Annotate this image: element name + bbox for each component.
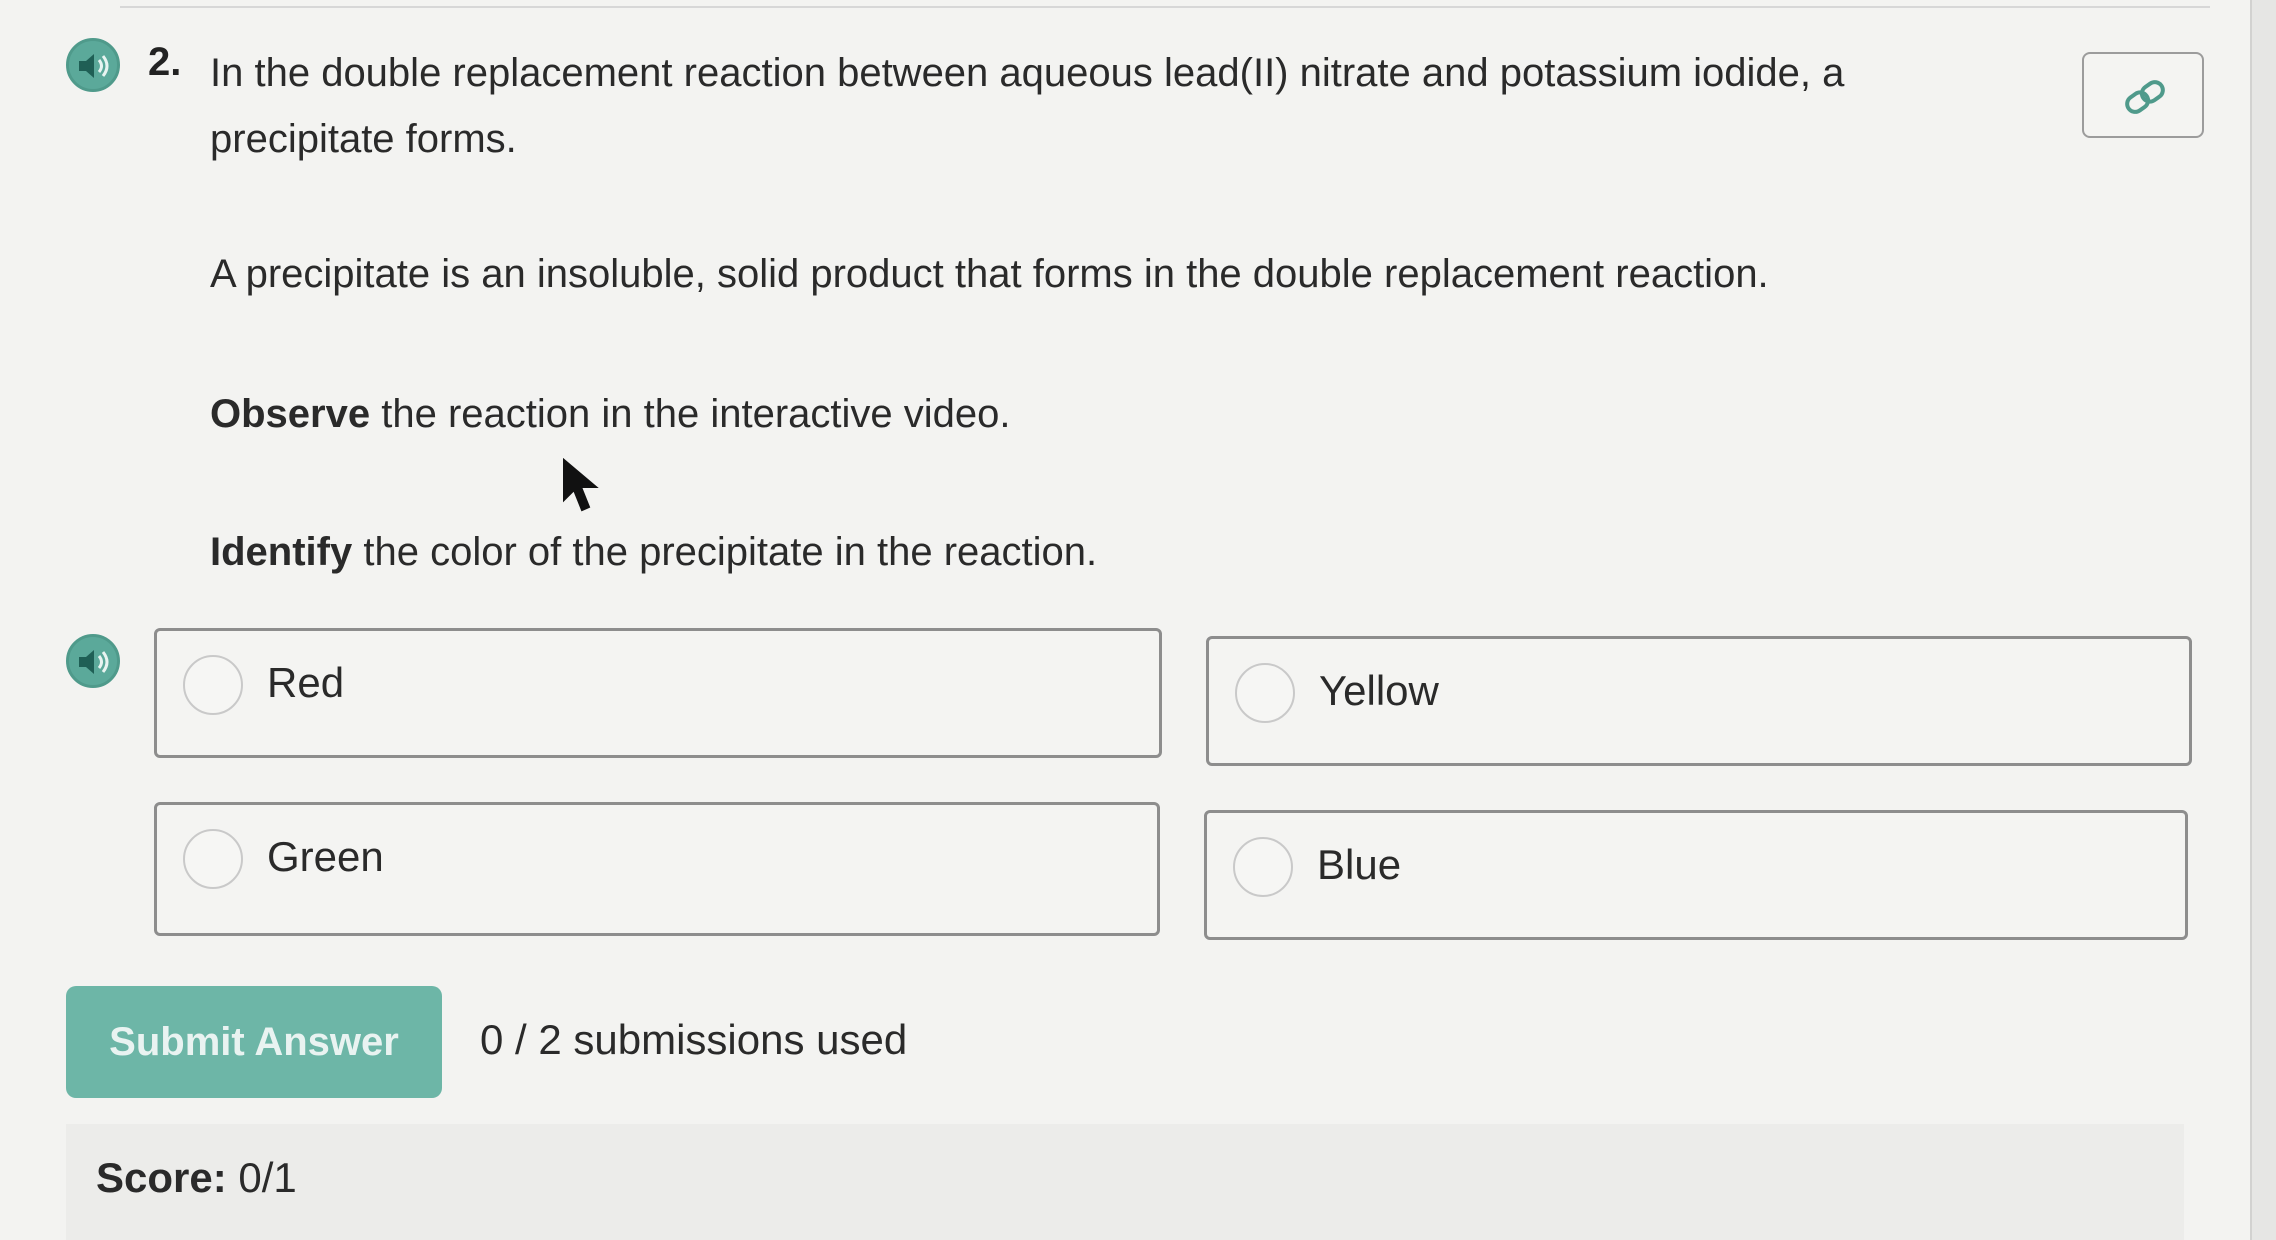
option-yellow[interactable]: Yellow [1206,636,2192,766]
radio-button[interactable] [1235,663,1295,723]
identify-bold: Identify [210,530,353,574]
option-label: Yellow [1319,667,1439,714]
score-value: 0/1 [238,1154,297,1201]
observe-text: the reaction in the interactive video. [370,392,1011,436]
submit-answer-button[interactable]: Submit Answer [66,986,442,1098]
identify-instruction: Identify the color of the precipitate in… [210,530,1097,575]
option-label: Green [267,833,384,880]
question-number: 2. [148,40,182,84]
option-green[interactable]: Green [154,802,1160,936]
observe-instruction: Observe the reaction in the interactive … [210,392,1010,437]
score-label: Score: [96,1154,227,1201]
top-divider [120,6,2210,8]
precipitate-definition: A precipitate is an insoluble, solid pro… [210,252,1769,296]
speaker-icon [79,54,109,78]
option-red[interactable]: Red [154,628,1162,758]
page-scrollbar[interactable] [2250,0,2276,1240]
question-audio-button[interactable] [66,38,120,92]
link-button[interactable] [2082,52,2204,138]
score-panel: Score: 0/1 [66,1124,2184,1240]
options-audio-button[interactable] [66,634,120,688]
option-label: Red [267,659,345,706]
radio-button[interactable] [1233,837,1293,897]
speaker-icon [79,650,109,674]
submissions-used: 0 / 2 submissions used [480,1016,908,1063]
radio-button[interactable] [183,655,243,715]
identify-text: the color of the precipitate in the reac… [352,530,1098,574]
question-text: In the double replacement reaction betwe… [210,51,1845,161]
mouse-pointer-icon [562,457,602,523]
option-label: Blue [1317,841,1402,888]
link-icon [2125,80,2165,114]
radio-button[interactable] [183,829,243,889]
option-blue[interactable]: Blue [1204,810,2188,940]
observe-bold: Observe [210,392,371,436]
question-page: 2. In the double replacement reaction be… [0,0,2276,1240]
score: Score: 0/1 [96,1154,297,1202]
